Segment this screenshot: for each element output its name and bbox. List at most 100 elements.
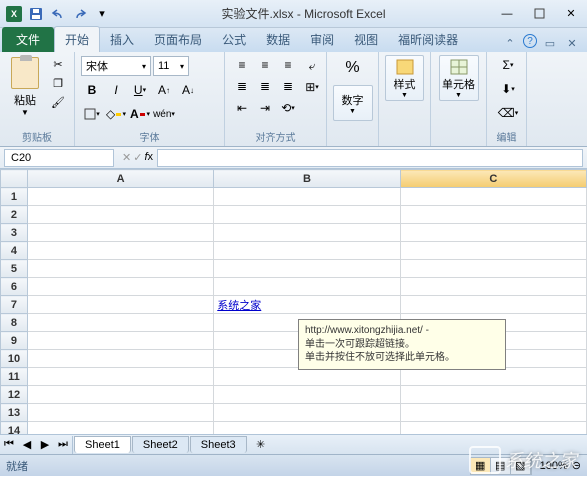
help-icon[interactable]: ? — [523, 34, 537, 48]
tab-formulas[interactable]: 公式 — [212, 27, 256, 52]
autosum-icon[interactable]: Σ▾ — [493, 55, 523, 75]
increase-indent-icon[interactable]: ⇥ — [254, 98, 276, 118]
clear-icon[interactable]: ⌫▾ — [493, 103, 523, 123]
row-header[interactable]: 14 — [1, 422, 28, 435]
cell[interactable] — [27, 386, 213, 404]
zoom-out-icon[interactable]: ⊖ — [572, 459, 581, 472]
normal-view-icon[interactable]: ▦ — [471, 458, 491, 474]
font-size-combo[interactable]: 11▾ — [153, 56, 189, 76]
cell[interactable] — [400, 260, 586, 278]
sheet-nav-last-icon[interactable]: ⏭ — [54, 436, 72, 454]
copy-icon[interactable]: ❐ — [48, 74, 68, 92]
cell[interactable] — [400, 296, 586, 314]
save-icon[interactable] — [26, 4, 46, 24]
row-header[interactable]: 11 — [1, 368, 28, 386]
row-header[interactable]: 8 — [1, 314, 28, 332]
cell[interactable] — [27, 314, 213, 332]
cell[interactable] — [400, 278, 586, 296]
name-box[interactable]: C20 — [4, 149, 114, 167]
tab-review[interactable]: 审阅 — [300, 27, 344, 52]
cell[interactable] — [400, 224, 586, 242]
close-button[interactable]: ✕ — [555, 2, 587, 26]
cell[interactable] — [27, 188, 213, 206]
cell[interactable] — [400, 386, 586, 404]
styles-button[interactable]: 样式▼ — [385, 55, 424, 101]
tab-view[interactable]: 视图 — [344, 27, 388, 52]
phonetic-button[interactable]: wén▾ — [153, 104, 175, 124]
qat-customize-icon[interactable]: ▾ — [92, 4, 112, 24]
row-header[interactable]: 10 — [1, 350, 28, 368]
align-right-icon[interactable]: ≣ — [277, 76, 299, 96]
cell[interactable] — [27, 260, 213, 278]
format-painter-icon[interactable]: 🖌 — [48, 93, 68, 111]
sheet-nav-first-icon[interactable]: ⏮ — [0, 436, 18, 454]
cell[interactable] — [27, 404, 213, 422]
undo-icon[interactable] — [48, 4, 68, 24]
fill-icon[interactable]: ⬇▾ — [493, 79, 523, 99]
cell[interactable] — [27, 242, 213, 260]
underline-button[interactable]: U▾ — [129, 80, 151, 100]
cell[interactable] — [214, 206, 400, 224]
col-header-B[interactable]: B — [214, 170, 400, 188]
row-header[interactable]: 6 — [1, 278, 28, 296]
decrease-indent-icon[interactable]: ⇤ — [231, 98, 253, 118]
orientation-icon[interactable]: ⟲▾ — [277, 98, 299, 118]
row-header[interactable]: 12 — [1, 386, 28, 404]
merge-cells-icon[interactable]: ⊞▾ — [302, 77, 322, 97]
hyperlink-cell[interactable]: 系统之家 — [217, 300, 261, 312]
bold-button[interactable]: B — [81, 80, 103, 100]
cell[interactable] — [214, 242, 400, 260]
cell[interactable] — [400, 188, 586, 206]
row-header[interactable]: 9 — [1, 332, 28, 350]
cell[interactable] — [27, 206, 213, 224]
cell[interactable] — [214, 404, 400, 422]
tab-foxit[interactable]: 福昕阅读器 — [388, 27, 468, 52]
sheet-tab-1[interactable]: Sheet1 — [74, 436, 131, 453]
row-header[interactable]: 3 — [1, 224, 28, 242]
tab-insert[interactable]: 插入 — [100, 27, 144, 52]
col-header-A[interactable]: A — [27, 170, 213, 188]
cell[interactable] — [27, 224, 213, 242]
row-header[interactable]: 5 — [1, 260, 28, 278]
cell[interactable] — [27, 332, 213, 350]
row-header[interactable]: 4 — [1, 242, 28, 260]
page-layout-view-icon[interactable]: ▤ — [491, 458, 511, 474]
cell[interactable] — [214, 368, 400, 386]
cell[interactable] — [400, 206, 586, 224]
fill-color-button[interactable]: ◇▾ — [105, 104, 127, 124]
row-header[interactable]: 7 — [1, 296, 28, 314]
tab-file[interactable]: 文件 — [2, 27, 54, 52]
cell[interactable] — [214, 422, 400, 435]
cells-button[interactable]: 单元格▼ — [439, 55, 479, 101]
spreadsheet-grid[interactable]: A B C 1234567系统之家89101112131415 — [0, 169, 587, 434]
page-break-view-icon[interactable]: ▧ — [511, 458, 531, 474]
cell[interactable] — [400, 368, 586, 386]
cell[interactable] — [27, 350, 213, 368]
cell[interactable] — [27, 368, 213, 386]
cell[interactable] — [27, 422, 213, 435]
align-center-icon[interactable]: ≣ — [254, 76, 276, 96]
align-left-icon[interactable]: ≣ — [231, 76, 253, 96]
number-format-button[interactable]: 数字▼ — [333, 85, 373, 121]
cell[interactable] — [214, 278, 400, 296]
cell[interactable] — [214, 386, 400, 404]
cell[interactable]: 系统之家 — [214, 296, 400, 314]
font-color-button[interactable]: A▾ — [129, 104, 151, 124]
minimize-ribbon-icon[interactable]: ⌃ — [501, 34, 519, 52]
sheet-tab-2[interactable]: Sheet2 — [132, 436, 189, 453]
sheet-tab-3[interactable]: Sheet3 — [190, 436, 247, 453]
align-top-icon[interactable]: ≡ — [231, 55, 253, 75]
sheet-nav-next-icon[interactable]: ▶ — [36, 436, 54, 454]
doc-close-icon[interactable]: ✕ — [563, 34, 581, 52]
row-header[interactable]: 1 — [1, 188, 28, 206]
row-header[interactable]: 13 — [1, 404, 28, 422]
excel-app-icon[interactable]: X — [4, 4, 24, 24]
cell[interactable] — [400, 422, 586, 435]
tab-page-layout[interactable]: 页面布局 — [144, 27, 212, 52]
wrap-text-icon[interactable]: ⤶ — [302, 56, 322, 76]
align-middle-icon[interactable]: ≡ — [254, 55, 276, 75]
align-bottom-icon[interactable]: ≡ — [277, 55, 299, 75]
sheet-nav-prev-icon[interactable]: ◀ — [18, 436, 36, 454]
italic-button[interactable]: I — [105, 80, 127, 100]
minimize-button[interactable]: — — [491, 2, 523, 26]
